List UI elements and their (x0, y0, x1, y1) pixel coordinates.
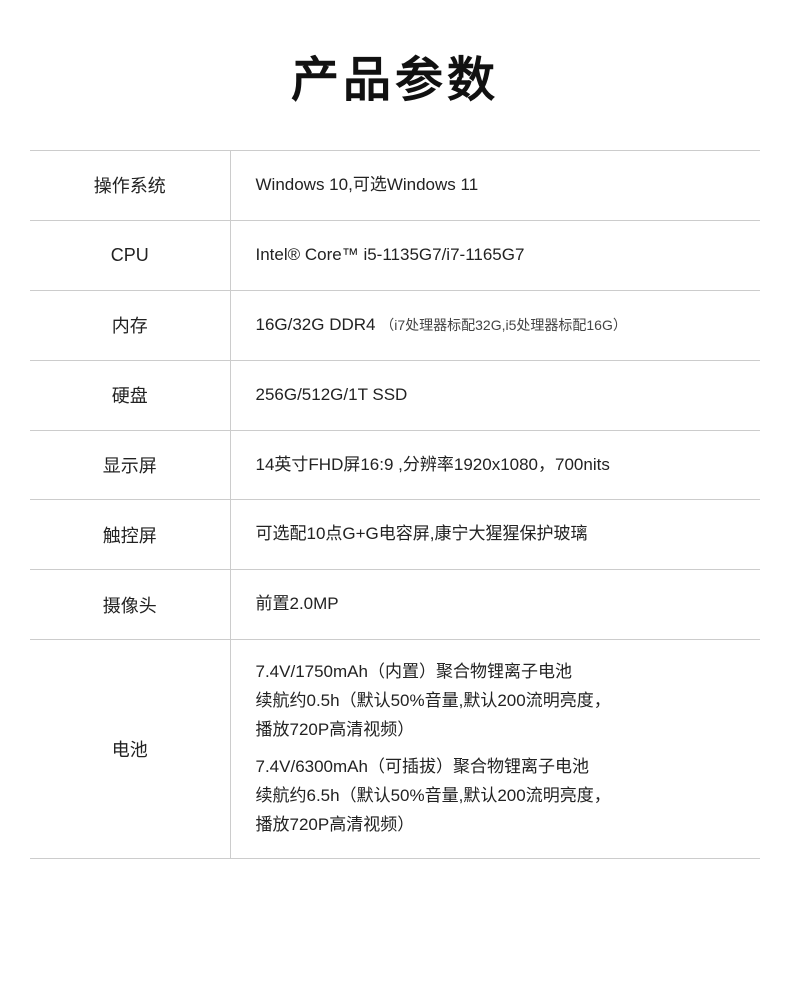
spec-value-os: Windows 10,可选Windows 11 (230, 151, 760, 221)
spec-label-display: 显示屏 (30, 430, 230, 500)
battery-block-1: 7.4V/1750mAh（内置）聚合物锂离子电池 续航约0.5h（默认50%音量… (256, 658, 741, 745)
spec-value-display: 14英寸FHD屏16:9 ,分辨率1920x1080，700nits (230, 430, 760, 500)
spec-label-battery: 电池 (30, 640, 230, 858)
spec-label-os: 操作系统 (30, 151, 230, 221)
table-row: 内存 16G/32G DDR4 （i7处理器标配32G,i5处理器标配16G） (30, 290, 760, 360)
spec-value-storage: 256G/512G/1T SSD (230, 360, 760, 430)
spec-label-camera: 摄像头 (30, 570, 230, 640)
battery-line: 播放720P高清视频） (256, 716, 741, 745)
spec-value-cpu: Intel® Core™ i5-1135G7/i7-1165G7 (230, 220, 760, 290)
table-row: 操作系统 Windows 10,可选Windows 11 (30, 151, 760, 221)
spec-value-ram: 16G/32G DDR4 （i7处理器标配32G,i5处理器标配16G） (230, 290, 760, 360)
table-row: 硬盘 256G/512G/1T SSD (30, 360, 760, 430)
table-row: 触控屏 可选配10点G+G电容屏,康宁大猩猩保护玻璃 (30, 500, 760, 570)
spec-label-ram: 内存 (30, 290, 230, 360)
battery-line: 7.4V/6300mAh（可插拔）聚合物锂离子电池 (256, 753, 741, 782)
spec-label-storage: 硬盘 (30, 360, 230, 430)
table-row-battery: 电池 7.4V/1750mAh（内置）聚合物锂离子电池 续航约0.5h（默认50… (30, 640, 760, 858)
page-container: 产品参数 操作系统 Windows 10,可选Windows 11 CPU In… (0, 0, 790, 982)
page-title: 产品参数 (30, 40, 760, 110)
specs-table: 操作系统 Windows 10,可选Windows 11 CPU Intel® … (30, 150, 760, 859)
battery-line: 7.4V/1750mAh（内置）聚合物锂离子电池 (256, 658, 741, 687)
battery-line: 续航约0.5h（默认50%音量,默认200流明亮度， (256, 687, 741, 716)
table-row: CPU Intel® Core™ i5-1135G7/i7-1165G7 (30, 220, 760, 290)
table-row: 摄像头 前置2.0MP (30, 570, 760, 640)
battery-block-2: 7.4V/6300mAh（可插拔）聚合物锂离子电池 续航约6.5h（默认50%音… (256, 753, 741, 840)
spec-label-cpu: CPU (30, 220, 230, 290)
spec-value-camera: 前置2.0MP (230, 570, 760, 640)
battery-line: 播放720P高清视频） (256, 811, 741, 840)
battery-line: 续航约6.5h（默认50%音量,默认200流明亮度， (256, 782, 741, 811)
spec-label-touchscreen: 触控屏 (30, 500, 230, 570)
table-row: 显示屏 14英寸FHD屏16:9 ,分辨率1920x1080，700nits (30, 430, 760, 500)
spec-value-touchscreen: 可选配10点G+G电容屏,康宁大猩猩保护玻璃 (230, 500, 760, 570)
spec-value-battery: 7.4V/1750mAh（内置）聚合物锂离子电池 续航约0.5h（默认50%音量… (230, 640, 760, 858)
